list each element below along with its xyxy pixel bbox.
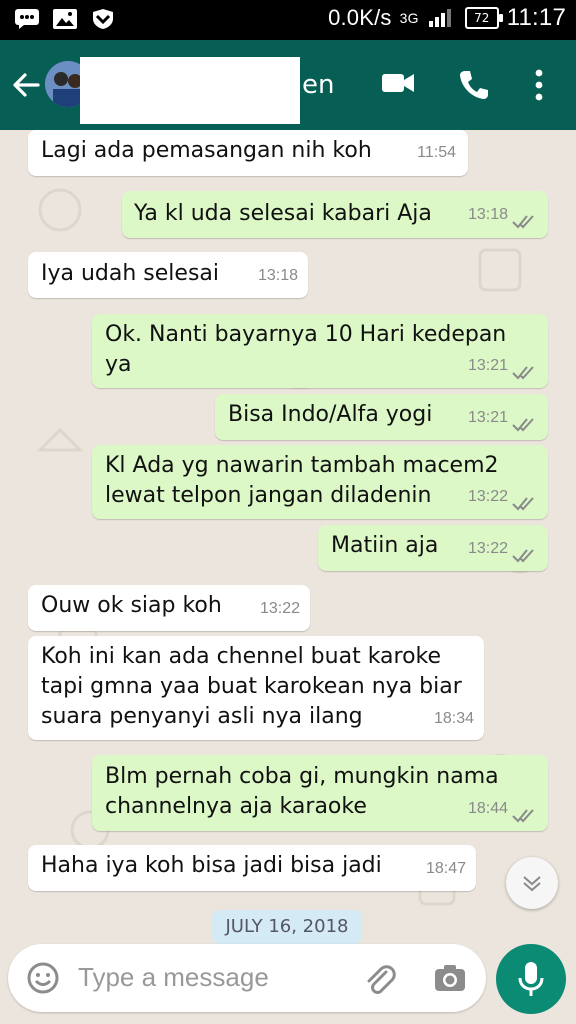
message-text: Ouw ok siap koh (41, 593, 222, 618)
message-text: Matiin aja (331, 533, 439, 558)
network-speed: 0.0K/s (328, 5, 392, 30)
status-bar: 0.0K/s 3G 72 11:17 (0, 0, 576, 40)
double-check-icon (512, 809, 534, 823)
date-divider: JULY 16, 2018 (212, 910, 362, 944)
clock: 11:17 (506, 4, 566, 31)
message-composer[interactable]: Type a message (8, 944, 486, 1012)
message-text: Haha iya koh bisa jadi bisa jadi (41, 853, 382, 878)
gallery-icon (53, 9, 77, 29)
message-incoming[interactable]: Ouw ok siap koh 13:22 (28, 585, 310, 631)
message-time: 13:22 (467, 540, 508, 557)
message-time: 13:18 (467, 206, 508, 223)
double-check-icon (512, 366, 534, 380)
network-type: 3G (399, 10, 419, 26)
message-text: Koh ini kan ada chennel buat karoke tapi… (41, 644, 462, 729)
message-text: Iya udah selesai (41, 261, 220, 286)
chat-header: en (0, 40, 576, 130)
signal-icon (428, 9, 451, 27)
message-time: 13:22 (259, 600, 300, 617)
double-check-icon (512, 418, 534, 432)
message-time: 18:47 (425, 860, 466, 877)
back-arrow-icon[interactable] (12, 71, 40, 99)
message-incoming[interactable]: Lagi ada pemasangan nih koh 11:54 (28, 130, 468, 176)
message-time: 13:21 (467, 409, 508, 426)
attachment-icon[interactable] (362, 962, 396, 996)
emoji-icon[interactable] (26, 961, 60, 995)
redacted-contact-name (80, 57, 300, 124)
message-outgoing[interactable]: Matiin aja 13:22 (318, 525, 548, 571)
microphone-icon (518, 962, 544, 996)
battery-icon: 72 (464, 7, 503, 29)
double-check-icon (512, 549, 534, 563)
message-time: 18:44 (467, 800, 508, 817)
message-incoming[interactable]: Iya udah selesai 13:18 (28, 252, 308, 298)
chevron-down-icon (523, 876, 541, 892)
message-input[interactable]: Type a message (78, 962, 269, 993)
shield-icon (93, 9, 113, 29)
message-incoming[interactable]: Koh ini kan ada chennel buat karoke tapi… (28, 636, 484, 740)
message-outgoing[interactable]: Blm pernah coba gi, mungkin nama channel… (92, 755, 548, 831)
mic-button[interactable] (496, 944, 566, 1014)
message-text: Blm pernah coba gi, mungkin nama channel… (105, 764, 499, 819)
scroll-to-bottom-button[interactable] (506, 857, 558, 909)
message-time: 13:18 (257, 267, 298, 284)
message-outgoing[interactable]: Bisa Indo/Alfa yogi 13:21 (215, 394, 548, 440)
double-check-icon (512, 497, 534, 511)
message-text: Ya kl uda selesai kabari Aja (134, 201, 432, 226)
more-options-icon[interactable] (532, 68, 546, 102)
message-text: Kl Ada yg nawarin tambah macem2 lewat te… (105, 453, 499, 508)
double-check-icon (512, 215, 534, 229)
message-text: Lagi ada pemasangan nih koh (41, 138, 372, 163)
message-outgoing[interactable]: Ya kl uda selesai kabari Aja 13:18 (122, 191, 548, 238)
message-outgoing[interactable]: Ok. Nanti bayarnya 10 Hari kedepan ya 13… (92, 314, 548, 388)
message-outgoing[interactable]: Kl Ada yg nawarin tambah macem2 lewat te… (92, 445, 548, 519)
phone-call-icon[interactable] (457, 68, 491, 102)
contact-name[interactable]: en (302, 70, 334, 100)
message-text: Ok. Nanti bayarnya 10 Hari kedepan ya (105, 322, 507, 377)
message-icon (15, 9, 39, 29)
message-time: 18:34 (433, 710, 474, 727)
message-incoming[interactable]: Haha iya koh bisa jadi bisa jadi 18:47 (28, 845, 476, 891)
message-time: 13:22 (467, 488, 508, 505)
camera-icon[interactable] (432, 961, 468, 997)
battery-level: 72 (474, 11, 490, 25)
video-call-icon[interactable] (380, 68, 416, 98)
message-time: 13:21 (467, 357, 508, 374)
message-text: Bisa Indo/Alfa yogi (228, 402, 433, 427)
message-time: 11:54 (417, 144, 456, 161)
